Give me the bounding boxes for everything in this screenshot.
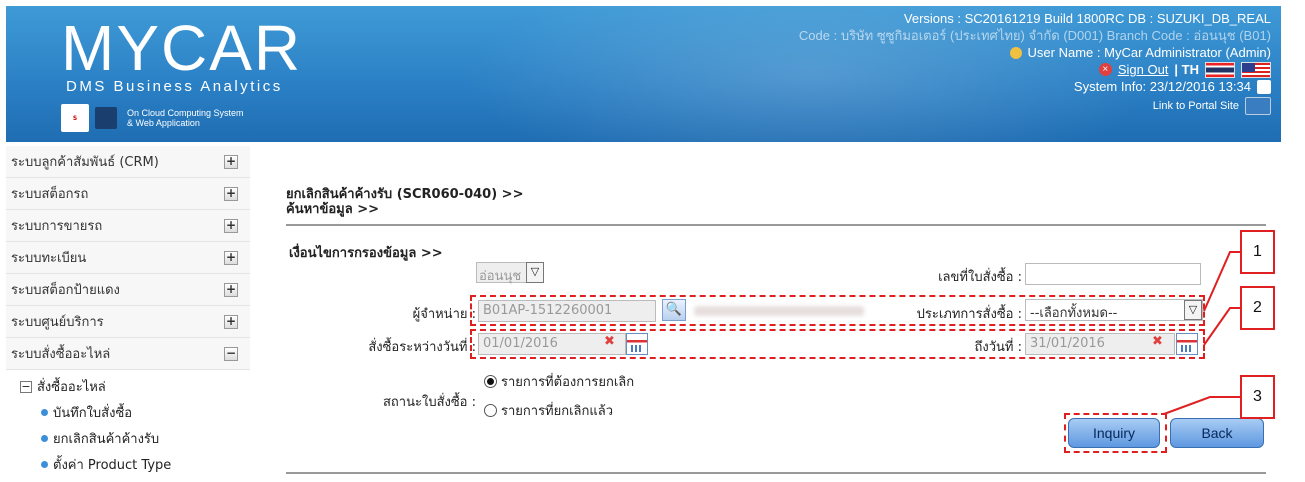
system-info-text: System Info: 23/12/2016 13:34 — [1073, 79, 1251, 94]
breadcrumb: ยกเลิกสินค้าค้างรับ (SCR060-040) >> ค้นห… — [286, 187, 523, 217]
brand-row: S On Cloud Computing System & Web Applic… — [61, 104, 244, 132]
system-info-box — [1257, 79, 1271, 94]
expand-icon[interactable]: + — [224, 218, 238, 233]
chevron-down-icon[interactable]: ▽ — [526, 262, 544, 283]
tree-root-label: สั่งซื้ออะไหล่ — [37, 380, 106, 395]
sidebar-item-parts-ordering[interactable]: ระบบสั่งซื้ออะไหล่ − — [6, 338, 250, 370]
back-button[interactable]: Back — [1170, 418, 1264, 448]
sidebar-item-label: ระบบสต็อกป้ายแดง — [11, 283, 120, 298]
tree-item-label: ตั้งค่า Product Type — [53, 458, 172, 473]
radio-label: รายการที่ยกเลิกแล้ว — [501, 404, 614, 419]
bullet-icon — [41, 409, 48, 416]
us-flag-icon[interactable] — [1241, 61, 1271, 78]
expand-icon[interactable]: + — [224, 282, 238, 297]
tree-item-label: บันทึกใบสั่งซื้อ — [53, 406, 133, 421]
dealer-branch-text: Code : บริษัท ซูซูกิมอเตอร์ (ประเทศไทย) … — [798, 28, 1271, 43]
status-label: สถานะใบสั่งซื้อ : — [383, 395, 476, 410]
way-of-life-logo-icon — [95, 107, 117, 129]
highlight-box-1 — [470, 295, 1205, 326]
callout-line-1 — [1203, 251, 1240, 312]
sidebar-item-label: ระบบทะเบียน — [11, 251, 87, 266]
bullet-icon — [41, 461, 48, 468]
divider — [286, 472, 1266, 474]
breadcrumb-search: ค้นหาข้อมูล >> — [286, 202, 379, 217]
callout-line-3 — [1163, 396, 1240, 415]
sidebar-item-car-stock[interactable]: ระบบสต็อกรถ + — [6, 178, 250, 210]
vendor-label: ผู้จำหน่าย : — [412, 307, 476, 322]
po-number-input[interactable] — [1025, 263, 1201, 285]
filter-title: เงื่อนไขการกรองข้อมูล >> — [289, 246, 443, 261]
bullet-icon — [41, 435, 48, 442]
breadcrumb-screen: ยกเลิกสินค้าค้างรับ (SCR060-040) >> — [286, 187, 524, 202]
lang-label: | TH — [1174, 62, 1199, 77]
session-info: Versions : SC20161219 Build 1800RC DB : … — [799, 10, 1271, 115]
sidebar-item-crm[interactable]: ระบบลูกค้าสัมพันธ์ (CRM) + — [6, 146, 250, 178]
expand-icon[interactable]: + — [224, 154, 238, 169]
brand-text-line-2: & Web Application — [127, 118, 200, 128]
callout-line-2 — [1203, 307, 1240, 346]
sign-out-icon[interactable]: × — [1098, 63, 1112, 76]
signout-row: × Sign Out | TH — [799, 61, 1271, 78]
sidebar-item-service-center[interactable]: ระบบศูนย์บริการ + — [6, 306, 250, 338]
user-icon — [1009, 46, 1022, 59]
expand-icon[interactable]: + — [224, 186, 238, 201]
callout-1: 1 — [1240, 230, 1275, 274]
tree-item-save-po[interactable]: บันทึกใบสั่งซื้อ — [6, 397, 250, 423]
sidebar-item-label: ระบบสต็อกรถ — [11, 187, 89, 202]
radio-unselected[interactable] — [484, 404, 497, 417]
sidebar: ระบบลูกค้าสัมพันธ์ (CRM) + ระบบสต็อกรถ +… — [6, 146, 250, 475]
sidebar-item-label: ระบบศูนย์บริการ — [11, 315, 104, 330]
portal-link[interactable]: Link to Portal Site — [1153, 98, 1239, 115]
user-row: User Name : MyCar Administrator (Admin) — [799, 44, 1271, 61]
highlight-box-3 — [1064, 413, 1167, 453]
radio-selected[interactable] — [484, 375, 497, 388]
brand-text-line-1: On Cloud Computing System — [127, 108, 244, 118]
status-option-to-cancel[interactable]: รายการที่ต้องการยกเลิก — [484, 371, 634, 392]
callout-3: 3 — [1240, 375, 1275, 419]
sidebar-item-label: ระบบการขายรถ — [11, 219, 103, 234]
app-logo-subtitle: DMS Business Analytics — [66, 78, 283, 95]
brand-text: On Cloud Computing System & Web Applicat… — [127, 108, 244, 128]
app-header: MYCAR DMS Business Analytics S On Cloud … — [6, 6, 1281, 142]
collapse-icon[interactable]: − — [224, 346, 238, 361]
portal-row: Link to Portal Site — [799, 97, 1271, 115]
sidebar-item-red-plate-stock[interactable]: ระบบสต็อกป้ายแดง + — [6, 274, 250, 306]
app-logo: MYCAR — [61, 12, 303, 84]
highlight-box-2 — [470, 329, 1205, 359]
system-info-row: System Info: 23/12/2016 13:34 — [799, 78, 1271, 95]
version-text: Versions : SC20161219 Build 1800RC DB : … — [903, 11, 1271, 26]
thai-flag-icon[interactable] — [1205, 61, 1235, 78]
user-name-text: User Name : MyCar Administrator (Admin) — [1027, 45, 1271, 60]
sidebar-item-label: ระบบลูกค้าสัมพันธ์ (CRM) — [11, 155, 159, 170]
tree-item-label: ยกเลิกสินค้าค้างรับ — [53, 432, 160, 447]
sidebar-item-label: ระบบสั่งซื้ออะไหล่ — [11, 347, 111, 362]
date-from-label: สั่งซื้อระหว่างวันที่ : — [368, 340, 476, 355]
po-number-label: เลขที่ใบสั่งซื้อ : — [938, 270, 1022, 285]
tree-collapse-icon[interactable]: − — [20, 380, 32, 393]
divider — [286, 224, 1266, 226]
expand-icon[interactable]: + — [224, 250, 238, 265]
sidebar-item-car-sales[interactable]: ระบบการขายรถ + — [6, 210, 250, 242]
callout-2: 2 — [1240, 286, 1275, 330]
status-option-cancelled[interactable]: รายการที่ยกเลิกแล้ว — [484, 400, 613, 421]
branch-select[interactable]: อ่อนนุช — [476, 262, 528, 284]
tree-parts-order[interactable]: − สั่งซื้ออะไหล่ — [6, 370, 250, 397]
suzuki-logo-icon: S — [61, 104, 89, 132]
sign-out-link[interactable]: Sign Out — [1118, 61, 1169, 78]
portal-icon[interactable] — [1245, 97, 1271, 115]
expand-icon[interactable]: + — [224, 314, 238, 329]
tree-item-product-type[interactable]: ตั้งค่า Product Type — [6, 449, 250, 475]
sidebar-item-registration[interactable]: ระบบทะเบียน + — [6, 242, 250, 274]
tree-item-cancel-backorder[interactable]: ยกเลิกสินค้าค้างรับ — [6, 423, 250, 449]
radio-label: รายการที่ต้องการยกเลิก — [501, 375, 635, 390]
